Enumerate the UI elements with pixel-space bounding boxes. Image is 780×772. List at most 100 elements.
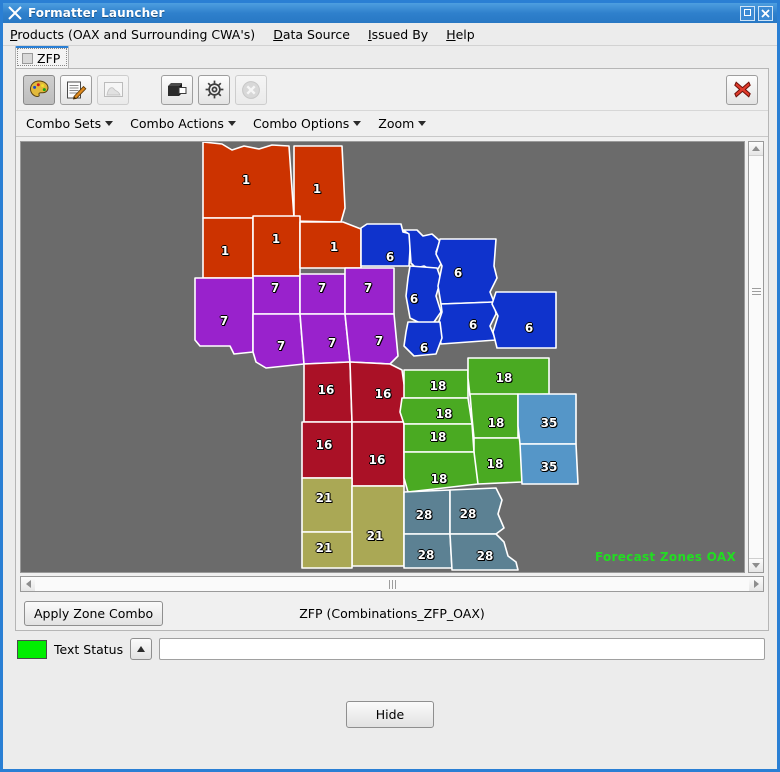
zone-polygon-28[interactable] [403, 489, 451, 535]
zone-polygon-1[interactable] [202, 142, 295, 219]
tab-zfp-label: ZFP [37, 50, 61, 66]
menu-combo-options[interactable]: Combo Options [253, 116, 362, 131]
zone-polygon-7[interactable] [344, 267, 395, 315]
status-led-icon [17, 639, 47, 659]
close-button[interactable] [758, 5, 773, 21]
zone-polygon-35[interactable] [519, 443, 579, 485]
zone-polygon-6[interactable] [403, 321, 443, 357]
zone-polygon-18[interactable] [469, 393, 519, 439]
hide-button[interactable]: Hide [346, 701, 434, 728]
zone-polygon-18[interactable] [403, 423, 475, 453]
menu-item-products[interactable]: Products (OAX and Surrounding CWA's) [10, 25, 264, 44]
scrollbar-grip[interactable] [751, 287, 761, 295]
menu-item-help[interactable]: Help [446, 25, 484, 44]
settings-button[interactable] [198, 74, 230, 105]
zone-polygon-16[interactable] [301, 421, 353, 479]
map-horizontal-scrollbar[interactable] [20, 576, 764, 592]
formatter-launcher-window: Formatter Launcher Products (OAX and Sur… [0, 0, 780, 772]
menu-zoom[interactable]: Zoom [378, 116, 427, 131]
scroll-right-button[interactable] [749, 577, 763, 591]
gear-icon [205, 80, 223, 99]
zone-polygon-1[interactable] [299, 221, 362, 269]
zone-polygon-35[interactable] [517, 393, 577, 445]
chevron-down-icon [105, 121, 114, 126]
title-bar: Formatter Launcher [3, 3, 777, 23]
zone-polygon-28[interactable] [449, 487, 505, 535]
zone-polygon-6[interactable] [437, 301, 497, 345]
chevron-down-icon [227, 121, 236, 126]
menu-item-issued-by[interactable]: Issued By [368, 25, 437, 44]
zone-polygon-7[interactable] [194, 277, 254, 355]
edit-icon [66, 81, 86, 100]
status-label: Text Status [54, 641, 124, 657]
zone-polygon-18[interactable] [473, 437, 523, 485]
maximize-button[interactable] [740, 5, 755, 21]
window-title: Formatter Launcher [28, 6, 165, 20]
zone-polygon-7[interactable] [299, 273, 346, 315]
zone-polygon-1[interactable] [293, 145, 346, 223]
map-vertical-scrollbar[interactable] [748, 141, 764, 573]
print-button[interactable] [161, 74, 193, 105]
map-legend: Forecast Zones OAX [594, 550, 736, 564]
triangle-down-icon [752, 562, 760, 568]
zone-polygon-6[interactable] [435, 238, 498, 305]
scroll-down-button[interactable] [749, 557, 763, 572]
menu-item-products-label: roducts (OAX and Surrounding CWA's) [17, 26, 256, 42]
zone-polygon-7[interactable] [252, 275, 301, 315]
zone-polygon-6[interactable] [405, 265, 442, 325]
zfp-panel: Combo Sets Combo Actions Combo Options Z… [15, 68, 769, 631]
edit-button[interactable] [60, 74, 92, 105]
apply-zone-combo-button[interactable]: Apply Zone Combo [24, 600, 164, 626]
menu-combo-actions[interactable]: Combo Actions [130, 116, 236, 131]
zone-map[interactable]: Forecast Zones OAX 1 1 1 1 1 6 6 6 6 6 6 7 7 7 7 7 7 7 16 1… [20, 141, 745, 573]
palette-button[interactable] [23, 74, 55, 105]
menu-combo-actions-label: Combo Actions [130, 116, 224, 131]
scrollbar-grip-h[interactable] [388, 579, 396, 589]
chevron-down-icon [418, 121, 427, 126]
zone-polygon-1[interactable] [252, 215, 301, 277]
zone-polygon-28[interactable] [449, 533, 519, 571]
zone-polygon-18[interactable] [403, 451, 479, 493]
scroll-left-button[interactable] [21, 577, 35, 591]
tab-checkbox-icon[interactable] [22, 52, 33, 64]
menu-item-help-label: elp [455, 26, 475, 42]
x-logo-icon [7, 5, 23, 21]
image-icon [103, 82, 123, 97]
zone-polygon-18[interactable] [467, 357, 550, 397]
zone-polygon-21[interactable] [301, 477, 353, 533]
menu-combo-sets[interactable]: Combo Sets [26, 116, 114, 131]
zone-polygon-16[interactable] [351, 421, 405, 487]
apply-row: Apply Zone Combo ZFP (Combinations_ZFP_O… [16, 596, 768, 630]
close-x-icon [733, 81, 751, 98]
footer-row: Hide [3, 660, 777, 769]
menu-combo-sets-label: Combo Sets [26, 116, 102, 131]
close-icon [761, 8, 770, 18]
menu-zoom-label: Zoom [378, 116, 415, 131]
combo-menu-bar: Combo Sets Combo Actions Combo Options Z… [16, 111, 768, 137]
status-input[interactable] [159, 638, 765, 660]
zone-polygon-16[interactable] [303, 361, 353, 423]
zone-polygon-21[interactable] [351, 485, 405, 567]
scroll-up-button[interactable] [749, 142, 763, 156]
zone-polygon-7[interactable] [344, 313, 399, 365]
status-row: Text Status [3, 631, 777, 660]
zone-polygon-7[interactable] [252, 313, 305, 369]
zone-polygon-18[interactable] [399, 397, 473, 425]
map-area: Forecast Zones OAX 1 1 1 1 1 6 6 6 6 6 6 7 7 7 7 7 7 7 16 1… [16, 137, 768, 573]
zone-polygon-7[interactable] [299, 313, 351, 365]
zone-polygon-1[interactable] [202, 217, 254, 279]
zone-map-svg [194, 142, 579, 571]
tab-zfp[interactable]: ZFP [15, 46, 70, 68]
zone-polygon-21[interactable] [301, 531, 353, 569]
triangle-left-icon [25, 580, 31, 588]
menu-bar: Products (OAX and Surrounding CWA's) Dat… [3, 23, 777, 46]
zone-polygon-18[interactable] [403, 369, 469, 399]
menu-item-issued-by-label: ssued By [371, 26, 429, 42]
zone-polygon-6[interactable] [491, 291, 557, 349]
status-expand-button[interactable] [130, 638, 153, 660]
zone-polygon-28[interactable] [403, 533, 453, 569]
panel-close-button[interactable] [726, 74, 758, 105]
chevron-down-icon [353, 121, 362, 126]
menu-item-data-source[interactable]: Data Source [273, 25, 359, 44]
triangle-up-icon [752, 146, 760, 151]
